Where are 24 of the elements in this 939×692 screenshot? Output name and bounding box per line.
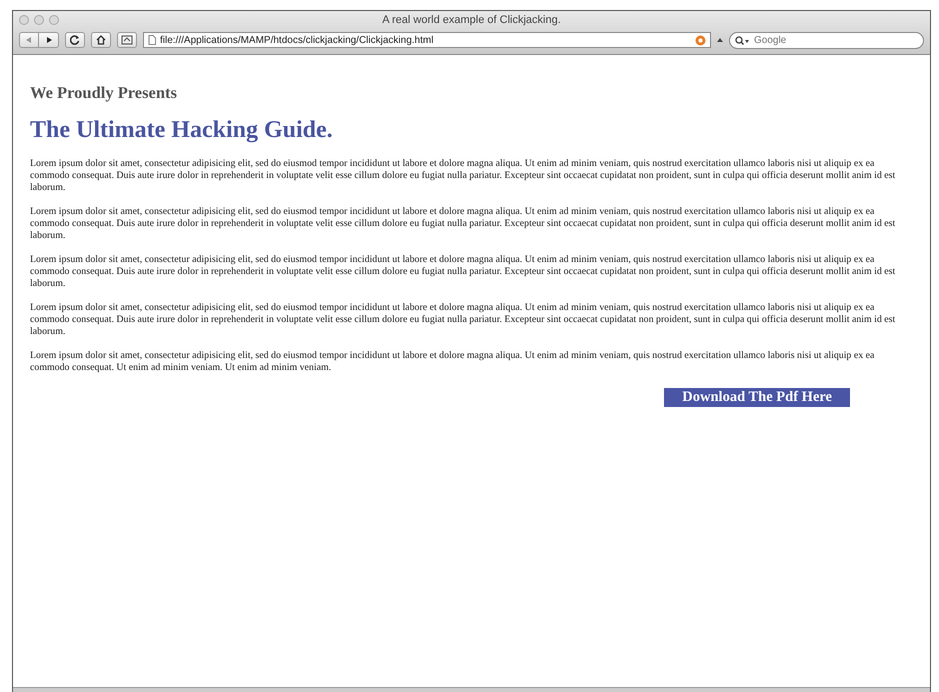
page-subtitle: We Proudly Presents [30,83,178,103]
search-icon[interactable] [735,36,749,46]
up-triangle-icon[interactable] [717,37,723,43]
window-title: A real world example of Clickjacking. [381,14,562,26]
download-button[interactable]: Download The Pdf Here [664,388,850,407]
address-field[interactable]: file:///Applications/MAMP/htdocs/clickjacking/Clickjacking.html [143,32,711,48]
page-title: The Ultimate Hacking Guide. [30,117,334,144]
search-field[interactable]: Google [729,32,924,48]
body-paragraph: Lorem ipsum dolor sit amet, consectetur adipisicing elit, sed do eiusmod tempor incididunt ut labore et dolore magna aliqua. Ut enim ad minim veniam, quis nostrud exercitation ullamco laboris nisi ut aliquip ex ea commodo consequat. Duis aute irure dolor in reprehenderit in voluptate velit esse cillum dolore eu fugiat nulla pariatur. Excepteur sint occaecat cupidatat non proident, sunt in culpa qui officia deserunt mollit anim id est laborum. [30,206,896,242]
body-paragraph: Lorem ipsum dolor sit amet, consectetur adipisicing elit, sed do eiusmod tempor incididunt ut labore et dolore magna aliqua. Ut enim ad minim veniam, quis nostrud exercitation ullamco laboris nisi ut aliquip ex ea commodo consequat. Duis aute irure dolor in reprehenderit in voluptate velit esse cillum dolore eu fugiat nulla pariatur. Excepteur sint occaecat cupidatat non proident, sunt in culpa qui officia deserunt mollit anim id est laborum. [30,302,896,338]
reload-button[interactable] [65,32,85,48]
right-triangle-icon [44,36,52,44]
snapback-button[interactable] [117,32,137,48]
body-paragraph: Lorem ipsum dolor sit amet, consectetur adipisicing elit, sed do eiusmod tempor incididunt ut labore et dolore magna aliqua. Ut enim ad minim veniam, quis nostrud exercitation ullamco laboris nisi ut aliquip ex ea commodo consequat. Duis aute irure dolor in reprehenderit in voluptate velit esse cillum dolore eu fugiat nulla pariatur. Excepteur sint occaecat cupidatat non proident, sunt in culpa qui officia deserunt mollit anim id est laborum. [30,254,896,290]
home-button[interactable] [91,32,111,48]
reload-icon [70,35,80,45]
home-icon [96,35,106,45]
body-paragraph: Lorem ipsum dolor sit amet, consectetur adipisicing elit, sed do eiusmod tempor incididunt ut labore et dolore magna aliqua. Ut enim ad minim veniam, quis nostrud exercitation ullamco laboris nisi ut aliquip ex ea commodo consequat. Ut enim ad minim veniam. Ut enim ad minim veniam. [30,350,876,374]
frame-icon [121,35,133,45]
feed-icon[interactable] [695,34,706,46]
left-triangle-icon [25,36,33,44]
forward-button[interactable] [39,32,59,48]
body-paragraph: Lorem ipsum dolor sit amet, consectetur adipisicing elit, sed do eiusmod tempor incididunt ut labore et dolore magna aliqua. Ut enim ad minim veniam, quis nostrud exercitation ullamco laboris nisi ut aliquip ex ea commodo consequat. Duis aute irure dolor in reprehenderit in voluptate velit esse cillum dolore eu fugiat nulla pariatur. Excepteur sint occaecat cupidatat non proident, sunt in culpa qui officia deserunt mollit anim id est laborum. [30,158,896,194]
page-icon [148,35,156,45]
